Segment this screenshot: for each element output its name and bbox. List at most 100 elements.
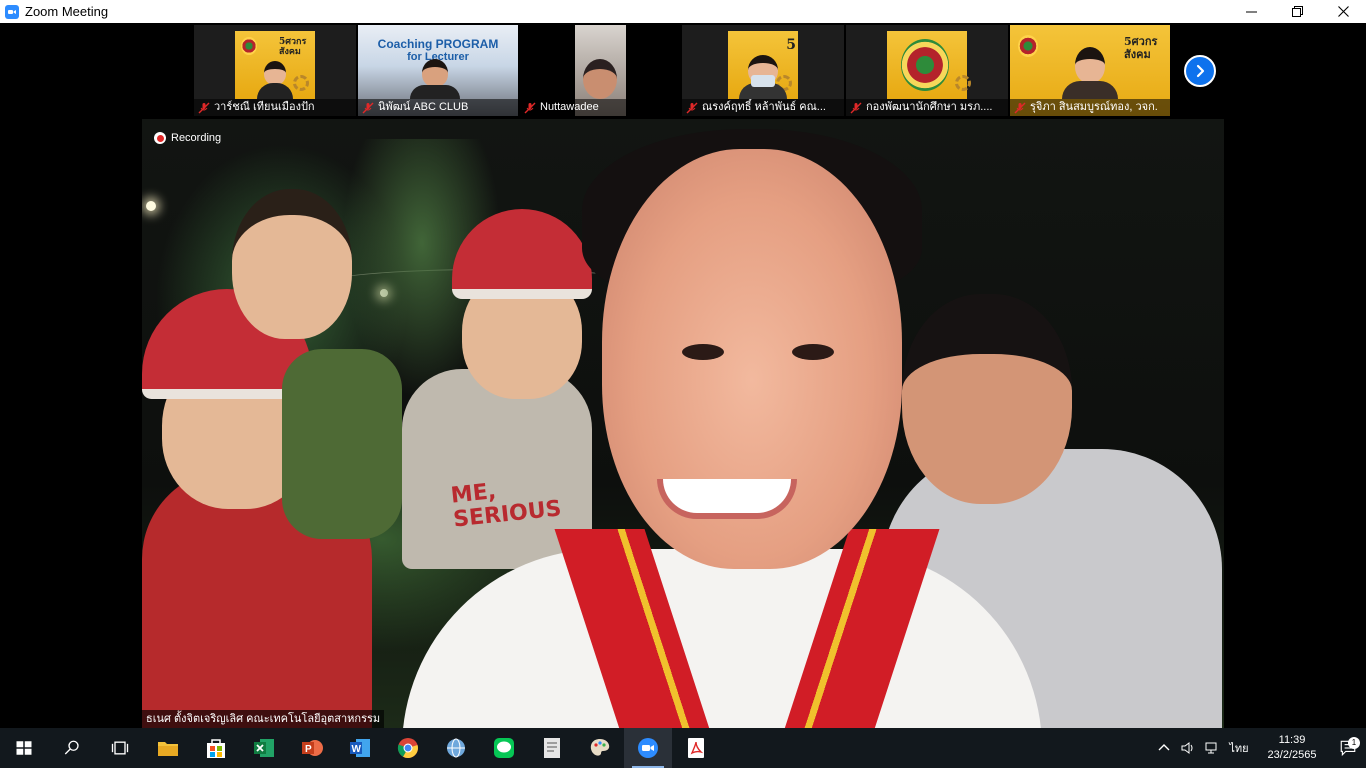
taskbar-store[interactable] [192,728,240,768]
participant-name: Nuttawadee [540,101,599,113]
notification-badge: 1 [1348,737,1360,749]
close-icon [1337,6,1349,17]
taskbar-zoom[interactable] [624,728,672,768]
participant-name: รุจิภา สินสมบูรณ์ทอง, วจก. [1030,101,1158,113]
window-title-bar[interactable]: Zoom Meeting [0,0,1366,23]
globe-icon [447,738,465,758]
participant-tile[interactable]: 5 ณรงค์ฤทธิ์ หล้าพันธ์ คณ... [682,25,844,116]
svg-text:W: W [352,744,362,755]
minimize-icon [1245,11,1257,13]
man-background-face [902,294,1072,504]
university-logo-icon [241,37,257,55]
speaker-volume-icon [1181,742,1193,754]
windows-taskbar: P W ไทย 11:39 23/2/2565 1 [0,728,1366,768]
muted-mic-icon [686,102,698,113]
speaker-name: ธเนศ ตั้งจิตเจริญเลิศ คณะเทคโนโลยีอุตสาห… [142,710,385,728]
participant-name-bar: วาร์ชณี เทียนเมืองปัก [194,99,356,116]
taskbar-word[interactable]: W [336,728,384,768]
participant-name: กองพัฒนานักศึกษา มรภ.... [866,101,993,113]
participant-name: ณรงค์ฤทธิ์ หล้าพันธ์ คณ... [702,101,826,113]
recording-indicator[interactable]: Recording [154,132,221,144]
participant-person [1062,47,1118,99]
university-logo-icon [1018,35,1038,57]
show-hidden-icons-button[interactable] [1152,740,1176,756]
participant-name-bar: นิพัฒน์ ABC CLUB [358,99,518,116]
system-tray: ไทย 11:39 23/2/2565 1 [1152,728,1366,768]
poster-text: 5ศวกร สังคม [1124,35,1158,61]
task-view-button[interactable] [96,728,144,768]
restore-icon [1291,6,1303,17]
clock[interactable]: 11:39 23/2/2565 [1254,733,1330,763]
muted-mic-icon [198,102,210,113]
participant-tile[interactable]: Coaching PROGRAM for Lecturer นิพัฒน์ AB… [358,25,518,116]
taskbar-pdf[interactable] [672,728,720,768]
word-icon: W [350,739,370,757]
active-speaker-video[interactable]: ME, SERIOUS Recording ธเนศ ตั้งจิตเจริญเ… [142,119,1224,728]
taskbar-document-app[interactable] [528,728,576,768]
task-view-icon [111,741,129,755]
action-center-button[interactable]: 1 [1330,737,1366,757]
taskbar-excel[interactable] [240,728,288,768]
gear-icon [293,75,309,91]
taskbar-app-globe[interactable] [432,728,480,768]
participant-name-bar: Nuttawadee [520,99,680,116]
muted-mic-icon [524,102,536,113]
kid-green-shirt [282,349,402,539]
clock-date: 23/2/2565 [1267,749,1317,761]
volume-button[interactable] [1176,740,1200,756]
taskbar-line[interactable] [480,728,528,768]
muted-mic-icon [850,102,862,113]
zoom-icon [638,738,658,758]
speaker-smile [657,479,797,519]
participant-name-bar: ณรงค์ฤทธิ์ หล้าพันธ์ คณ... [682,99,844,116]
participant-name: วาร์ชณี เทียนเมืองปัก [214,101,315,113]
window-title: Zoom Meeting [25,4,109,19]
taskbar-chrome[interactable] [384,728,432,768]
pdf-icon [688,738,704,758]
powerpoint-icon: P [302,740,323,756]
taskbar-powerpoint[interactable]: P [288,728,336,768]
store-icon [207,739,225,758]
taskbar-file-explorer[interactable] [144,728,192,768]
recording-icon [154,132,166,144]
participant-person [257,61,293,99]
windows-logo-icon [16,741,32,755]
minimize-button[interactable] [1228,0,1274,23]
participant-person [409,59,460,99]
restore-button[interactable] [1274,0,1320,23]
start-button[interactable] [0,728,48,768]
participant-tile[interactable]: กองพัฒนานักศึกษา มรภ.... [846,25,1008,116]
zoom-app-icon [5,4,19,19]
folder-icon [158,742,178,756]
clock-time: 11:39 [1278,734,1306,746]
next-page-button[interactable] [1184,55,1216,87]
line-app-icon [494,738,514,758]
participant-tile[interactable]: 5ศวกร สังคม รุจิภา สินสมบูรณ์ทอง, วจก. [1010,25,1170,116]
taskbar-paint[interactable] [576,728,624,768]
network-button[interactable] [1200,740,1224,756]
svg-text:P: P [305,744,312,755]
chevron-up-icon [1158,744,1170,751]
recording-label: Recording [171,132,222,144]
input-language-button[interactable]: ไทย [1224,739,1254,757]
participant-tile[interactable]: Nuttawadee [520,25,680,116]
paint-palette-icon [590,739,610,756]
document-icon [544,738,560,758]
participant-tile[interactable]: 5ศวกร สังคม วาร์ชณี เทียนเมืองปัก [194,25,356,116]
face-mask [751,75,775,87]
poster-text: 5ศวกร สังคม [279,37,307,57]
participant-name-bar: รุจิภา สินสมบูรณ์ทอง, วจก. [1010,99,1170,116]
search-icon [64,740,79,755]
network-icon [1205,742,1217,754]
kid-middle [232,189,352,339]
muted-mic-icon [1014,102,1026,113]
participant-video [887,31,971,99]
close-button[interactable] [1320,0,1366,23]
university-logo-icon [901,39,949,91]
excel-icon [254,739,274,757]
muted-mic-icon [362,102,374,113]
search-button[interactable] [48,728,96,768]
chrome-icon [397,738,418,759]
participant-strip: 5ศวกร สังคม วาร์ชณี เทียนเมืองปัก Coachi… [0,23,1366,119]
gear-icon [955,75,971,91]
